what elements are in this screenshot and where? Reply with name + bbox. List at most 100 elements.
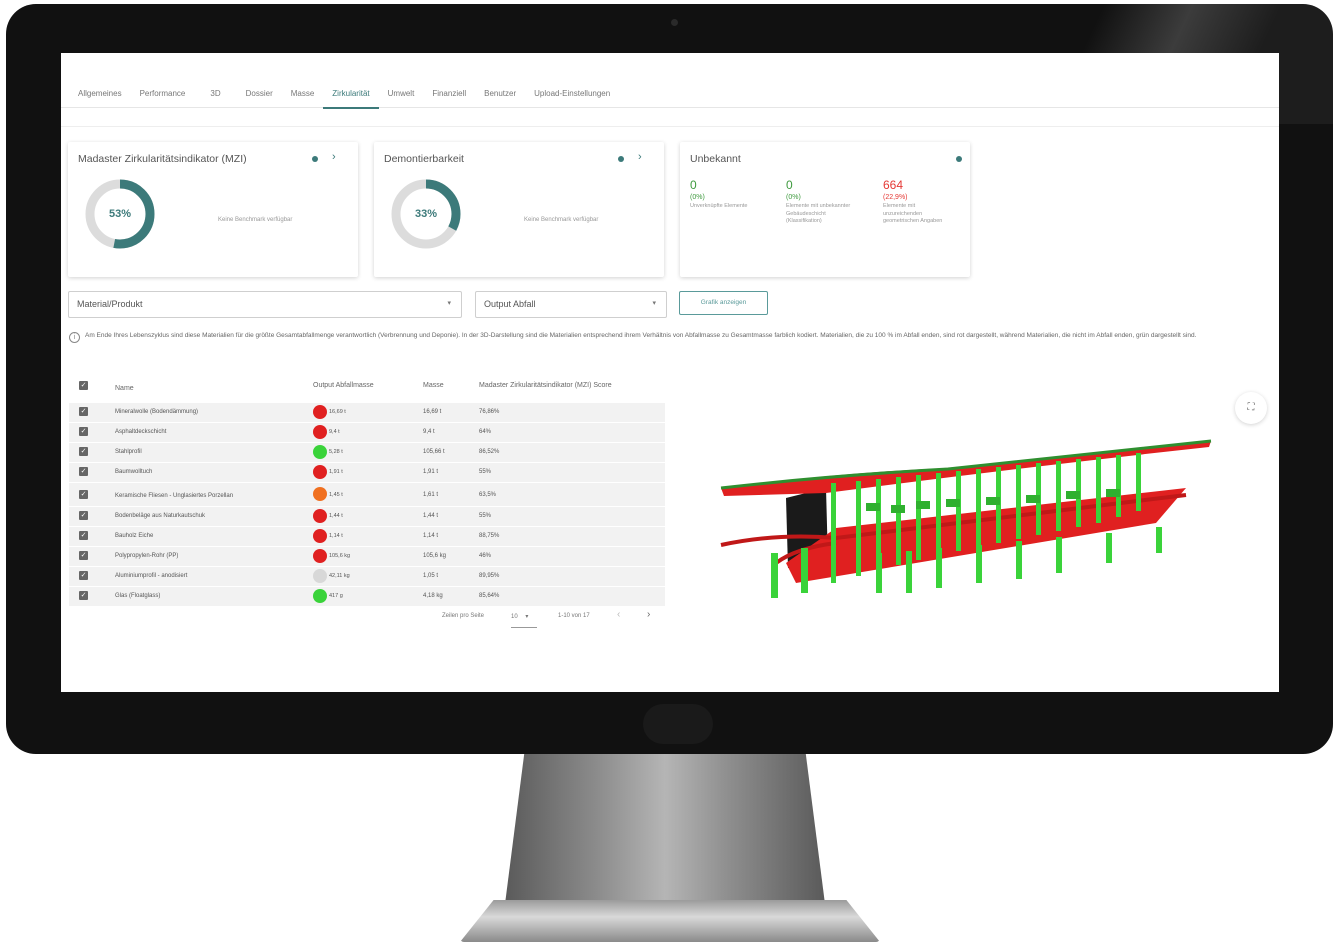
- table-body: ✓ Mineralwolle (Bodendämmung) 16,69 t 16…: [69, 403, 665, 607]
- cell-mzi: 46%: [479, 553, 492, 559]
- table-row[interactable]: ✓ Bauholz Eiche 1,14 t 1,14 t 88,75%: [69, 527, 665, 547]
- cell-mzi: 76,86%: [479, 409, 500, 415]
- col-mzi[interactable]: Madaster Zirkularitätsindikator (MZI) Sc…: [479, 382, 612, 389]
- row-checkbox[interactable]: ✓: [79, 447, 88, 456]
- output-select[interactable]: Output Abfall ▾: [475, 291, 667, 318]
- rows-per-page-select[interactable]: 10 ▾: [511, 613, 528, 620]
- select-value: Output Abfall: [484, 299, 536, 309]
- rows-per-page-value: 10: [511, 614, 518, 620]
- tab-upload-einstellungen[interactable]: Upload-Einstellungen: [525, 79, 619, 107]
- cell-output: 1,14 t: [329, 533, 343, 539]
- row-checkbox[interactable]: ✓: [79, 407, 88, 416]
- cell-masse: 9,4 t: [423, 429, 435, 435]
- col-masse[interactable]: Masse: [423, 382, 444, 389]
- cell-masse: 16,69 t: [423, 409, 442, 415]
- show-chart-button[interactable]: Grafik anzeigen: [679, 291, 768, 315]
- row-checkbox[interactable]: ✓: [79, 571, 88, 580]
- cell-output: 5,28 t: [329, 449, 343, 455]
- cell-output: 417 g: [329, 593, 343, 599]
- row-checkbox[interactable]: ✓: [79, 467, 88, 476]
- select-underline: [511, 627, 537, 628]
- fullscreen-icon[interactable]: ⛶: [1235, 392, 1267, 424]
- info-dot-icon[interactable]: [956, 156, 962, 162]
- stat-unverknuepft: 0 (0%) Unverknüpfte Elemente: [690, 178, 758, 211]
- cell-mzi: 89,95%: [479, 573, 500, 579]
- info-dot-icon[interactable]: [618, 156, 624, 162]
- cell-mzi: 86,52%: [479, 449, 500, 455]
- cell-output: 1,91 t: [329, 469, 343, 475]
- cell-name: Mineralwolle (Bodendämmung): [115, 409, 199, 415]
- info-description: Am Ende Ihres Lebenszyklus sind diese Ma…: [85, 332, 1197, 339]
- table-row[interactable]: ✓ Stahlprofil 5,28 t 105,66 t 86,52%: [69, 443, 665, 463]
- cell-masse: 1,14 t: [423, 533, 439, 539]
- tab-3d[interactable]: 3D: [194, 79, 236, 107]
- col-name[interactable]: Name: [115, 385, 134, 392]
- tab-zirkularitaet[interactable]: Zirkularität: [323, 79, 379, 109]
- card-title: Madaster Zirkularitätsindikator (MZI): [78, 153, 247, 165]
- cell-name: Baumwolltuch: [115, 469, 153, 475]
- next-page-icon[interactable]: ›: [647, 609, 650, 620]
- card-title: Demontierbarkeit: [384, 153, 464, 165]
- row-checkbox[interactable]: ✓: [79, 490, 88, 499]
- tab-performance[interactable]: Performance: [131, 79, 195, 107]
- cell-mzi: 55%: [479, 469, 492, 475]
- demontage-value: 33%: [414, 208, 438, 220]
- tab-benutzer[interactable]: Benutzer: [475, 79, 525, 107]
- cell-masse: 1,44 t: [423, 513, 439, 519]
- table-row[interactable]: ✓ Asphaltdeckschicht 9,4 t 9,4 t 64%: [69, 423, 665, 443]
- table-row[interactable]: ✓ Aluminiumprofil - anodisiert 42,11 kg …: [69, 567, 665, 587]
- cell-mzi: 64%: [479, 429, 492, 435]
- row-checkbox[interactable]: ✓: [79, 591, 88, 600]
- cell-name: Polypropylen-Rohr (PP): [115, 553, 179, 559]
- stat-percent: (0%): [690, 194, 705, 201]
- cell-name: Glas (Floatglass): [115, 593, 161, 599]
- row-checkbox[interactable]: ✓: [79, 427, 88, 436]
- cell-output: 105,6 kg: [329, 553, 351, 559]
- mzi-value: 53%: [108, 208, 132, 220]
- tab-allgemeines[interactable]: Allgemeines: [69, 79, 131, 107]
- col-output[interactable]: Output Abfallmasse: [313, 382, 374, 389]
- select-value: Material/Produkt: [77, 299, 143, 309]
- table-row[interactable]: ✓ Glas (Floatglass) 417 g 4,18 kg 85,64%: [69, 587, 665, 607]
- stat-unzureichend: 664 (22,9%) Elemente mit unzureichenden …: [883, 178, 951, 226]
- tab-umwelt[interactable]: Umwelt: [379, 79, 424, 107]
- camera-icon: [671, 19, 678, 26]
- prev-page-icon[interactable]: ‹: [617, 609, 620, 620]
- status-dot: [313, 425, 327, 439]
- app-screen: Allgemeines Performance 3D Dossier Masse…: [61, 53, 1279, 692]
- building-3d-model[interactable]: [716, 433, 1216, 603]
- card-mzi: Madaster Zirkularitätsindikator (MZI) › …: [68, 142, 358, 277]
- cell-name: Bodenbeläge aus Naturkautschuk: [115, 513, 206, 519]
- cell-masse: 105,66 t: [423, 449, 445, 455]
- stat-number: 0: [786, 178, 793, 192]
- tab-dossier[interactable]: Dossier: [237, 79, 282, 107]
- table-header: ✓ Name Output Abfallmasse Masse Madaster…: [69, 375, 665, 395]
- monitor-base: [460, 900, 880, 942]
- table-row[interactable]: ✓ Keramische Fliesen - Unglasiertes Porz…: [69, 483, 665, 507]
- chevron-right-icon[interactable]: ›: [638, 151, 642, 163]
- row-checkbox[interactable]: ✓: [79, 511, 88, 520]
- table-row[interactable]: ✓ Mineralwolle (Bodendämmung) 16,69 t 16…: [69, 403, 665, 423]
- table-row[interactable]: ✓ Baumwolltuch 1,91 t 1,91 t 55%: [69, 463, 665, 483]
- select-all-checkbox[interactable]: ✓: [79, 381, 88, 390]
- row-checkbox[interactable]: ✓: [79, 531, 88, 540]
- cell-masse: 1,91 t: [423, 469, 439, 475]
- table-row[interactable]: ✓ Polypropylen-Rohr (PP) 105,6 kg 105,6 …: [69, 547, 665, 567]
- tab-masse[interactable]: Masse: [282, 79, 324, 107]
- monitor-logo: [643, 704, 713, 744]
- dropdown-caret-icon: ▾: [525, 614, 529, 620]
- cell-masse: 105,6 kg: [423, 553, 447, 559]
- card-demontierbarkeit: Demontierbarkeit › 33% Keine Benchmark v…: [374, 142, 664, 277]
- cell-output: 1,44 t: [329, 513, 343, 519]
- table-row[interactable]: ✓ Bodenbeläge aus Naturkautschuk 1,44 t …: [69, 507, 665, 527]
- monitor-stand: [505, 754, 825, 904]
- page-range: 1-10 von 17: [558, 613, 590, 619]
- info-dot-icon[interactable]: [312, 156, 318, 162]
- stat-unbekannte-schicht: 0 (0%) Elemente mit unbekannter Gebäudes…: [786, 178, 854, 226]
- chevron-right-icon[interactable]: ›: [332, 151, 336, 163]
- cell-masse: 4,18 kg: [423, 593, 443, 599]
- row-checkbox[interactable]: ✓: [79, 551, 88, 560]
- material-product-select[interactable]: Material/Produkt ▾: [68, 291, 462, 318]
- stat-description: Unverknüpfte Elemente: [690, 203, 748, 209]
- tab-finanziell[interactable]: Finanziell: [423, 79, 475, 107]
